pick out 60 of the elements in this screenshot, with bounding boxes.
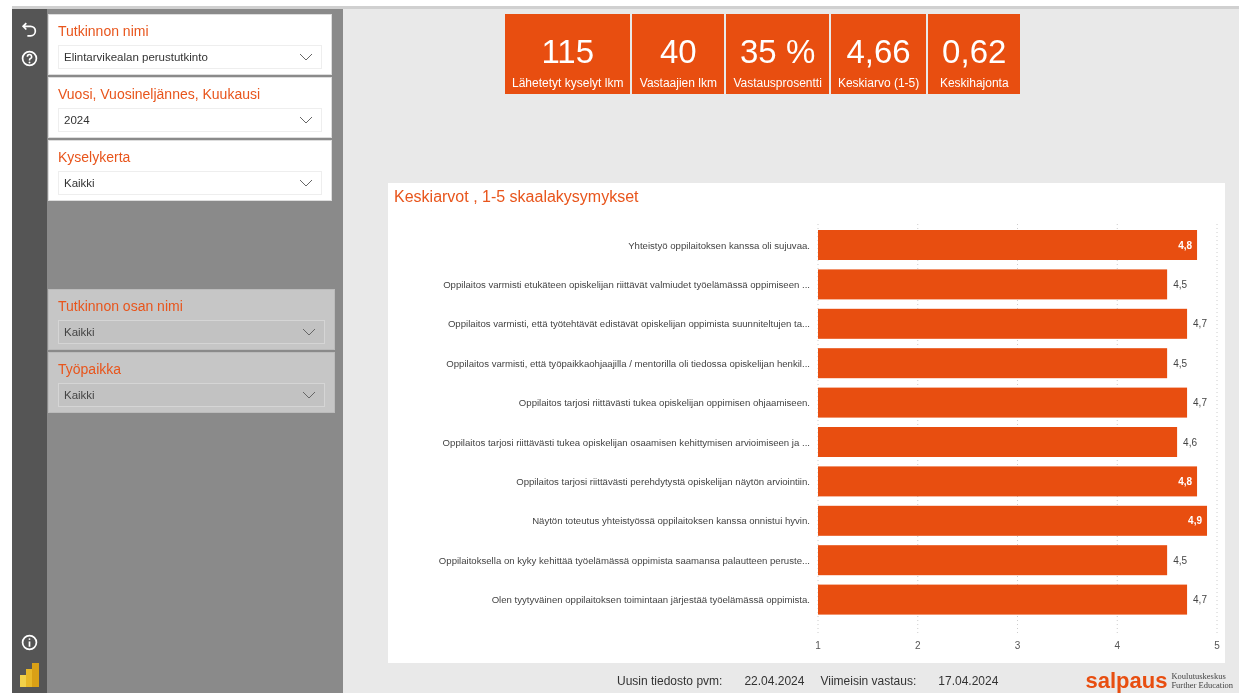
chevron-icon xyxy=(299,179,313,187)
dropdown-field[interactable]: Elintarvikealan perustutkinto xyxy=(58,45,322,69)
bar-label: Oppilaitoksella on kyky kehittää työelämässä oppimista saamansa palautteen peruste... xyxy=(438,554,810,566)
value-label: 4,5 xyxy=(1173,357,1188,369)
kpi-value: 4,66 xyxy=(846,32,911,72)
logo-wordmark: salpaus xyxy=(1085,670,1168,692)
value-label: 4,8 xyxy=(1178,239,1193,251)
value-label: 4,7 xyxy=(1193,594,1207,606)
bar-label: Olen tyytyväinen oppilaitoksen toimintaan järjestää työelämässä oppimista. xyxy=(491,594,810,606)
bar-label: Yhteistyö oppilaitoksen kanssa oli sujuvaa. xyxy=(628,239,810,251)
value-label: 4,5 xyxy=(1173,278,1188,290)
dropdown-field[interactable]: 2024 xyxy=(58,108,322,132)
footer-label: Uusin tiedosto pvm: xyxy=(617,674,723,688)
bar-label: Oppilaitos varmisti, että työpaikkaohjaajilla / mentorilla oli tiedossa opiskelijan henkil... xyxy=(446,357,810,369)
axis-tick-label: 4 xyxy=(1114,640,1121,651)
footer-date: 22.04.2024 xyxy=(744,674,805,688)
value-label: 4,7 xyxy=(1193,397,1207,409)
value-label: 4,5 xyxy=(1173,554,1188,566)
footer-label: Viimeisin vastaus: xyxy=(820,674,917,688)
bar-label: Oppilaitos tarjosi riittävästi tukea opiskelijan oppimisen ohjaamiseen. xyxy=(518,397,810,409)
slicer-title: Tutkinnon nimi xyxy=(58,23,149,39)
axis-tick-label: 2 xyxy=(914,640,921,651)
bar-label: Oppilaitos tarjosi riittävästi perehdytystä opiskelijan näytön arviointiin. xyxy=(516,475,810,487)
kpi-value: 35 % xyxy=(740,32,816,72)
value-label: 4,7 xyxy=(1193,318,1207,330)
axis-tick-label: 3 xyxy=(1014,640,1021,651)
bar-logo-icon xyxy=(19,663,40,687)
kpi-label: Keskihajonta xyxy=(939,76,1009,90)
chevron-icon xyxy=(299,53,313,61)
info-icon[interactable] xyxy=(21,634,38,651)
chevron-icon xyxy=(302,328,316,336)
kpi-value: 115 xyxy=(541,32,594,72)
slicer-title: Vuosi, Vuosineljännes, Kuukausi xyxy=(58,86,261,102)
chevron-icon xyxy=(302,391,316,399)
logo-tagline: Koulutuskeskus xyxy=(1171,672,1227,681)
chart-title: Keskiarvot , 1-5 skaalakysymykset xyxy=(393,187,639,207)
footer-date: 17.04.2024 xyxy=(938,674,999,688)
kpi-label: Lähetetyt kyselyt lkm xyxy=(512,76,624,90)
kpi-label: Keskiarvo (1-5) xyxy=(837,76,920,90)
bar-label: Oppilaitos varmisti etukäteen opiskelijan riittävät valmiudet työelämässä oppimiseen ... xyxy=(443,278,810,290)
undo-icon[interactable] xyxy=(21,21,38,38)
axis-tick-label: 5 xyxy=(1214,640,1220,651)
help-icon[interactable] xyxy=(21,50,38,67)
slicer-title: Tutkinnon osan nimi xyxy=(58,298,183,314)
kpi-label: Vastausprosentti xyxy=(733,76,822,90)
slicer-title: Työpaikka xyxy=(58,361,122,377)
value-label: 4,6 xyxy=(1183,436,1197,448)
bar-label: Oppilaitos tarjosi riittävästi tukea opiskelijan osaamisen kehittymisen arvioimiseen ja ... xyxy=(442,436,810,448)
value-label: 4,8 xyxy=(1178,475,1193,487)
axis-tick-label: 1 xyxy=(815,640,821,651)
value-label: 4,9 xyxy=(1188,515,1203,527)
kpi-value: 0,62 xyxy=(942,32,1007,72)
dropdown-field[interactable]: Kaikki xyxy=(58,171,322,195)
kpi-label: Vastaajien lkm xyxy=(639,76,717,90)
bar-label: Näytön toteutus yhteistyössä oppilaitoksen kanssa onnistui hyvin. xyxy=(532,515,810,527)
bar-label: Oppilaitos varmisti, että työtehtävät edistävät opiskelijan oppimista suunniteltujen ta... xyxy=(447,318,810,330)
slicer-title: Kyselykerta xyxy=(58,149,131,165)
kpi-value: 40 xyxy=(660,32,697,72)
logo-tagline: Further Education xyxy=(1171,681,1233,690)
chevron-icon xyxy=(299,116,313,124)
